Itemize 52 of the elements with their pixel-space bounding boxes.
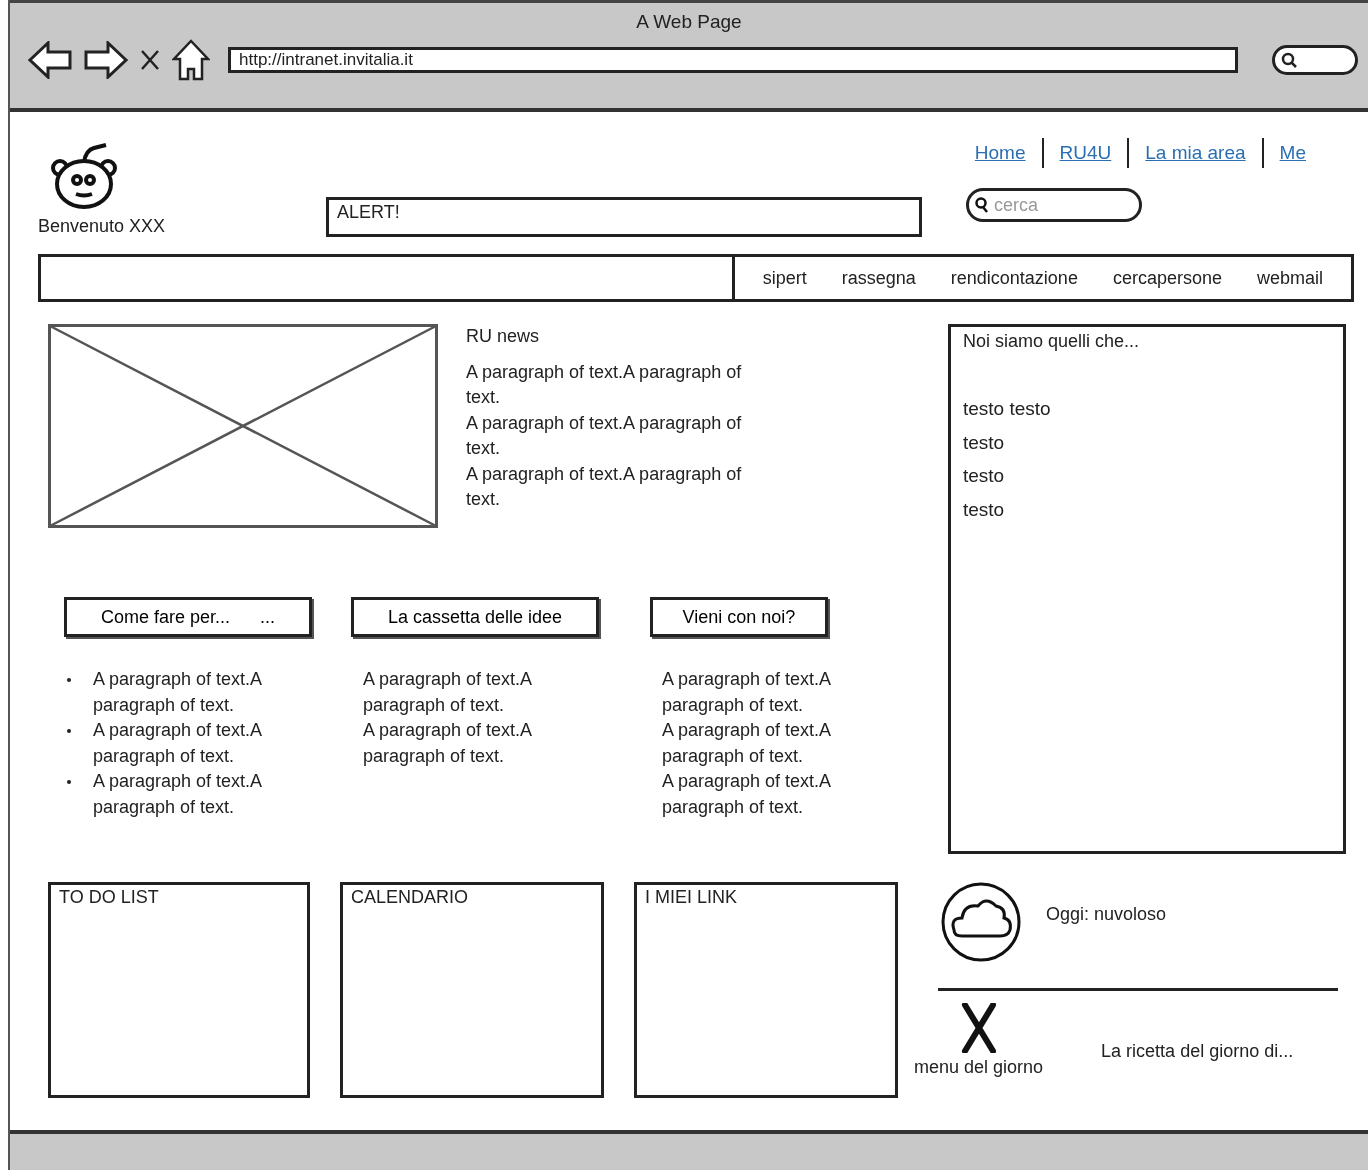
menu-item[interactable]: sipert [762, 267, 807, 289]
recipe-text: La ricetta del giorno di... [1101, 1041, 1294, 1062]
weather-text: Oggi: nuvoloso [1046, 904, 1167, 925]
alert-banner: ALERT! [326, 197, 922, 237]
widget-title: I MIEI LINK [645, 887, 738, 907]
bullet-icon [67, 729, 71, 733]
paragraph: A paragraph of text.A paragraph of text. [93, 668, 263, 717]
paragraph: A paragraph of text.A paragraph of text. [466, 360, 743, 409]
section-button[interactable]: Vieni con noi? [650, 597, 828, 637]
menu-item[interactable]: webmail [1256, 267, 1323, 289]
nav-link[interactable]: La mia area [1145, 142, 1246, 164]
panel-title: Noi siamo quelli che... [963, 331, 1141, 352]
search-icon [974, 196, 990, 214]
nav-link[interactable]: Home [974, 142, 1026, 164]
menu-item[interactable]: rassegna [841, 267, 916, 289]
paragraph: A paragraph of text.A paragraph of text. [93, 719, 263, 768]
mascot-face-icon [48, 140, 120, 212]
menu-item[interactable]: rendicontazione [950, 267, 1078, 289]
paragraph: A paragraph of text.A paragraph of text. [93, 770, 263, 819]
nav-link[interactable]: Me [1279, 142, 1306, 164]
back-arrow-icon[interactable] [28, 41, 72, 79]
nav-link[interactable]: RU4U [1059, 142, 1112, 164]
panel-item: testo [963, 464, 1006, 488]
panel-item: testo testo [963, 397, 1052, 421]
menu-item[interactable]: cercapersone [1112, 267, 1222, 289]
cloud-icon [940, 880, 1022, 964]
paragraph: A paragraph of text.A paragraph of text. [466, 411, 743, 460]
widget-title: TO DO LIST [59, 887, 159, 907]
section-button[interactable]: Come fare per... ... [64, 597, 312, 637]
paragraph: A paragraph of text.A paragraph of text. [662, 719, 832, 768]
bullet-icon [67, 780, 71, 784]
window-title: A Web Page [636, 11, 742, 33]
forward-arrow-icon[interactable] [84, 41, 128, 79]
paragraph: A paragraph of text.A paragraph of text. [662, 668, 832, 717]
section-button[interactable]: La cassetta delle idee [351, 597, 599, 637]
search-field[interactable]: cerca [966, 188, 1142, 222]
bullet-icon [67, 678, 71, 682]
panel-item: testo [963, 430, 1006, 455]
widget-title: CALENDARIO [351, 887, 469, 907]
paragraph: A paragraph of text.A paragraph of text. [363, 719, 533, 768]
search-field[interactable] [1272, 45, 1358, 75]
welcome-text: Benvenuto XXX [38, 216, 167, 237]
panel-item: testo [963, 497, 1006, 522]
home-icon[interactable] [172, 39, 210, 81]
news-title: RU news [466, 325, 541, 348]
menu-label: menu del giorno [914, 1057, 1044, 1078]
close-icon[interactable] [140, 49, 160, 71]
paragraph: A paragraph of text.A paragraph of text. [363, 668, 533, 717]
url-field[interactable]: http://intranet.invitalia.it [228, 47, 1238, 73]
paragraph: A paragraph of text.A paragraph of text. [466, 462, 743, 511]
paragraph: A paragraph of text.A paragraph of text. [662, 770, 832, 819]
search-icon [1281, 52, 1297, 68]
